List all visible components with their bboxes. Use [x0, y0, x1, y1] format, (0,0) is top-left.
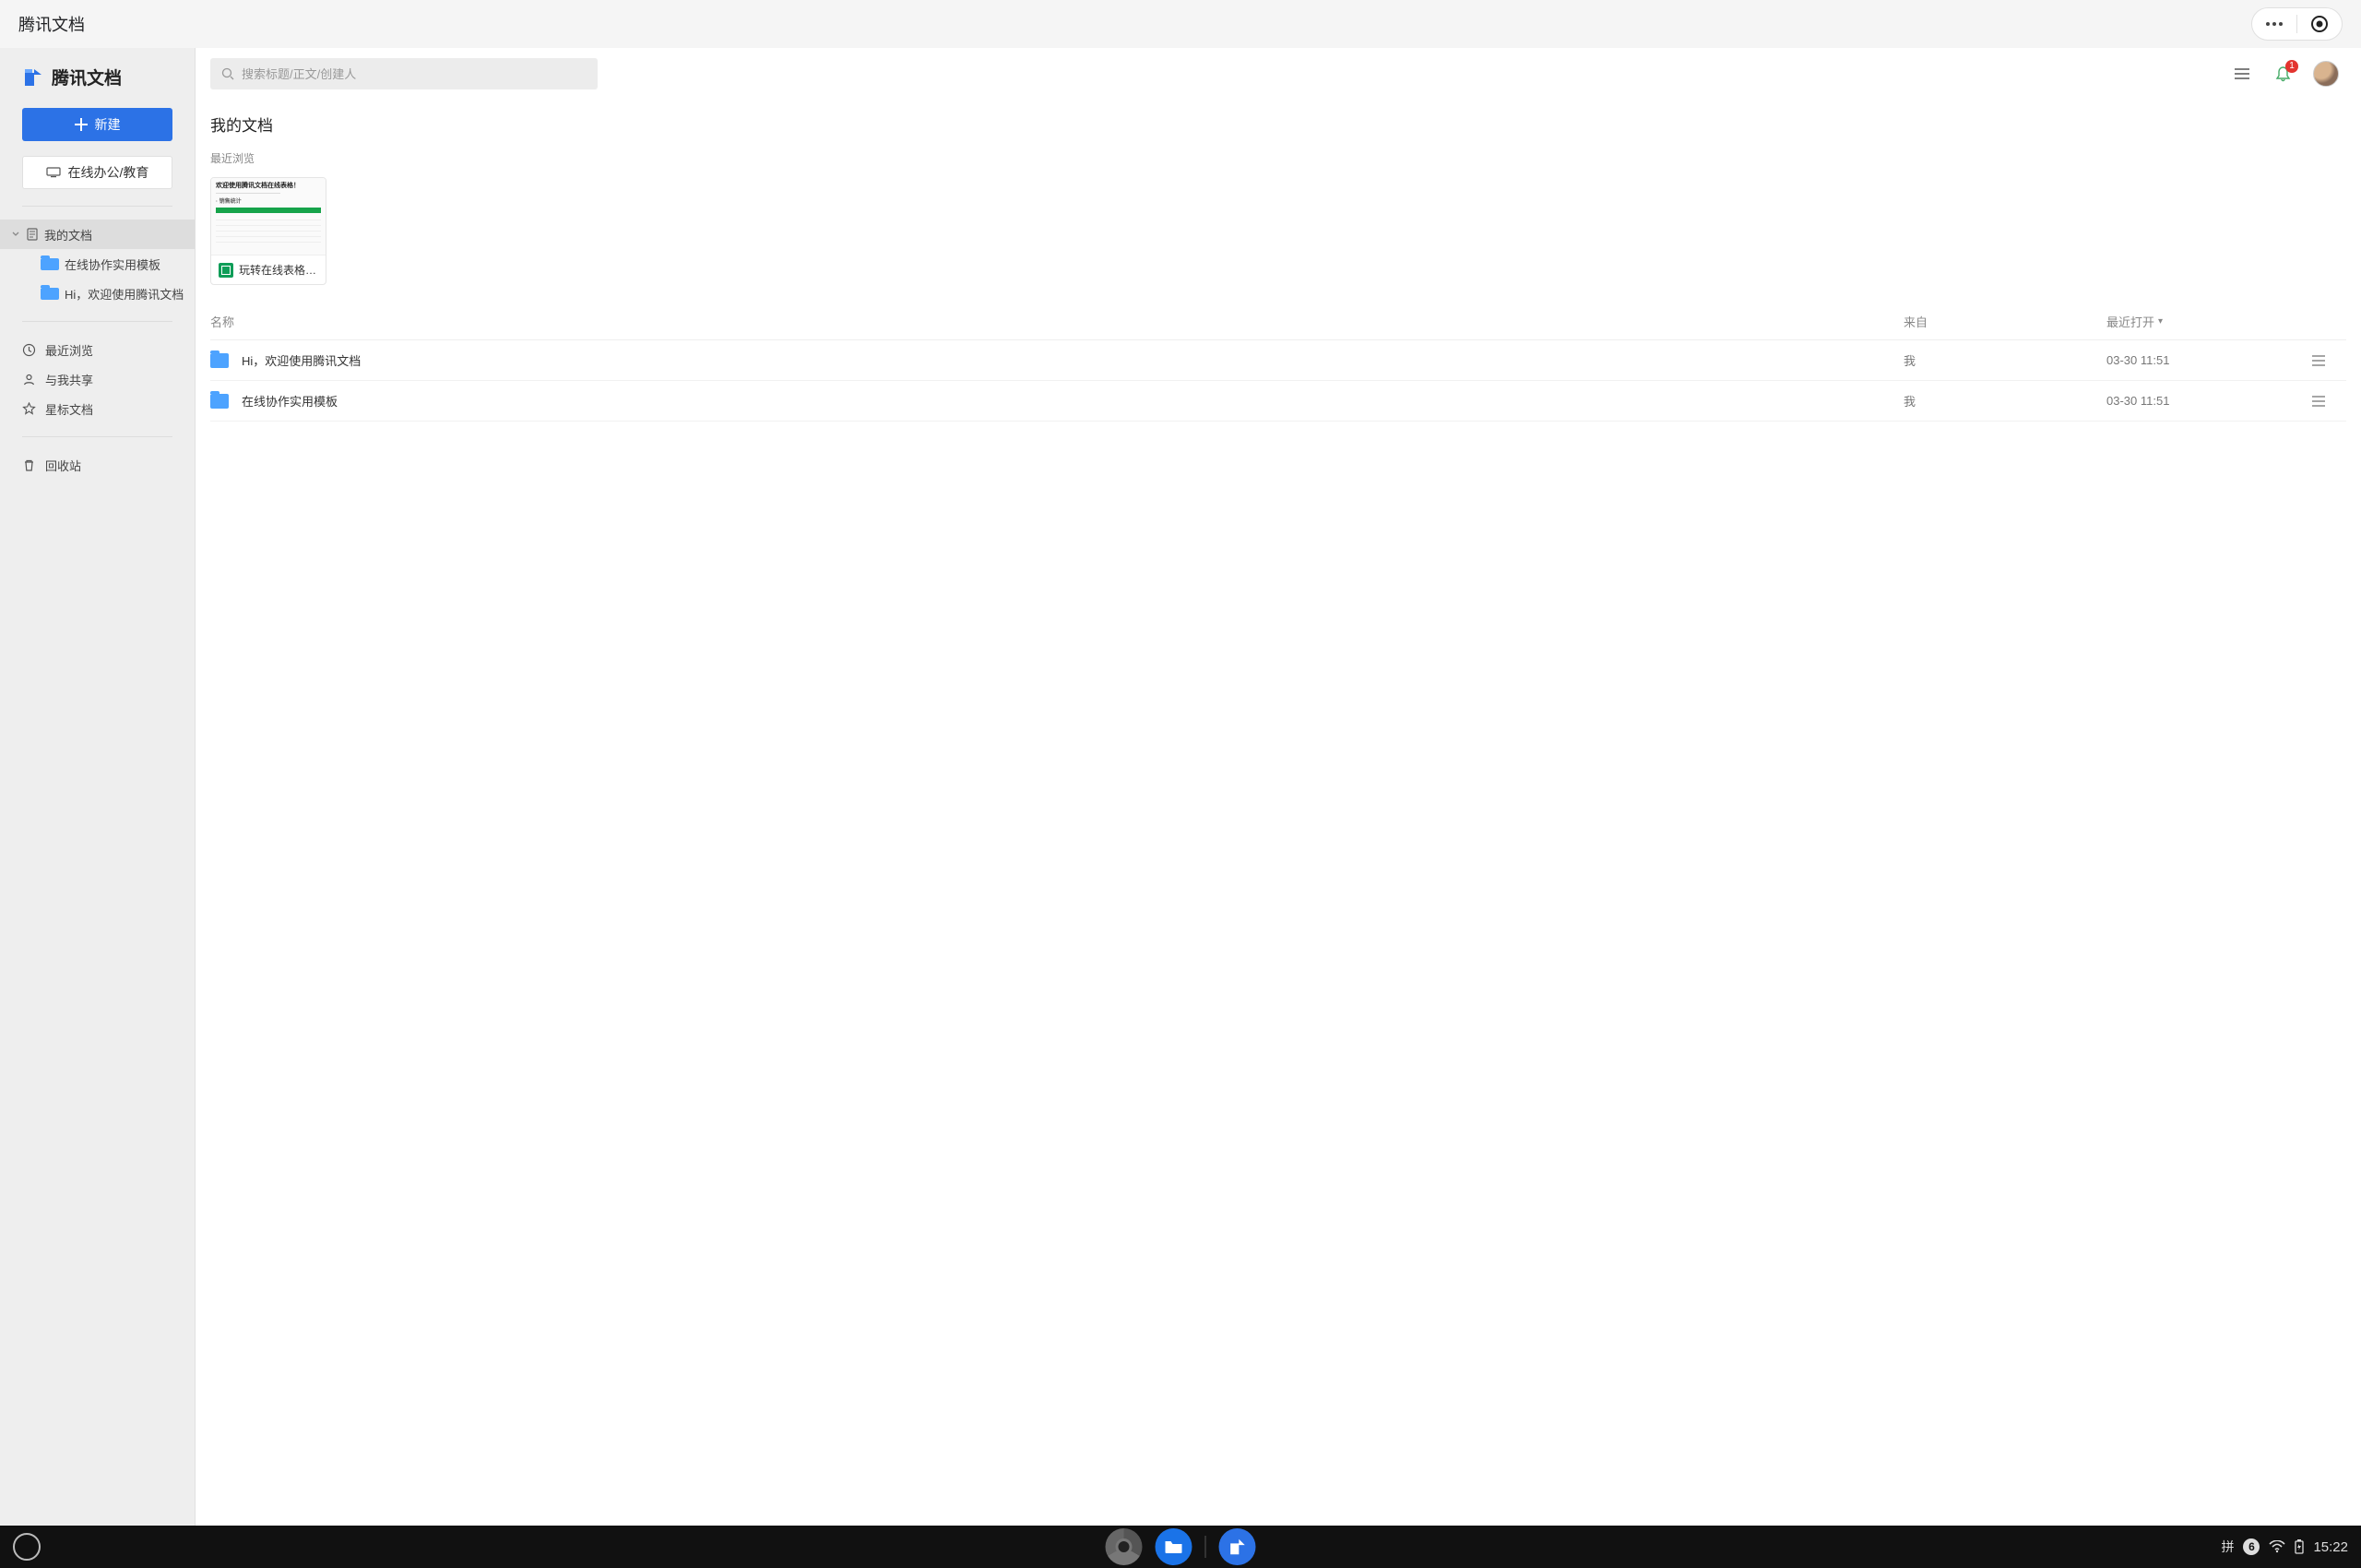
sort-caret-icon: ▾	[2158, 316, 2163, 327]
chevron-down-icon	[11, 231, 20, 238]
search-icon	[221, 67, 234, 80]
tree-child-label: 在线协作实用模板	[65, 255, 160, 273]
brand: 腾讯文档	[0, 48, 195, 101]
recent-grid: 欢迎使用腾讯文档在线表格！ —————————————— · 销售统计 玩转在线…	[210, 173, 2346, 303]
nav-shared[interactable]: 与我共享	[0, 364, 195, 394]
table-row[interactable]: 在线协作实用模板 我 03-30 11:51	[210, 381, 2346, 422]
card-thumbnail: 欢迎使用腾讯文档在线表格！ —————————————— · 销售统计	[211, 178, 326, 255]
taskbar-app-chrome[interactable]	[1106, 1528, 1143, 1565]
folder-icon	[1164, 1538, 1184, 1555]
col-time[interactable]: 最近打开 ▾	[2106, 313, 2291, 330]
file-from: 我	[1904, 351, 2106, 369]
row-actions-button[interactable]	[2291, 354, 2346, 367]
nav-list: 最近浏览 与我共享 星标文档	[0, 331, 195, 427]
more-menu-button[interactable]	[2252, 8, 2296, 40]
recent-label: 最近浏览	[210, 143, 2346, 173]
taskbar: 拼 6 15:22	[0, 1526, 2361, 1568]
menu-icon	[2234, 67, 2250, 80]
recent-card[interactable]: 欢迎使用腾讯文档在线表格！ —————————————— · 销售统计 玩转在线…	[210, 177, 326, 285]
nav-label: 与我共享	[45, 371, 93, 388]
document-icon	[26, 228, 39, 241]
file-from: 我	[1904, 392, 2106, 410]
main-content: 1 我的文档 最近浏览 欢迎使用腾讯文档在线表格！ ——————————————…	[196, 48, 2361, 1526]
topbar: 1	[196, 48, 2361, 100]
folder-icon	[41, 258, 59, 270]
notifications-button[interactable]: 1	[2272, 64, 2293, 84]
file-time: 03-30 11:51	[2106, 353, 2291, 367]
tree-root-label: 我的文档	[44, 226, 92, 244]
docs-app-icon	[1228, 1537, 1248, 1557]
target-button[interactable]	[2297, 8, 2342, 40]
window-title: 腾讯文档	[18, 12, 85, 36]
col-name[interactable]: 名称	[210, 313, 1904, 330]
launcher-button[interactable]	[13, 1533, 41, 1561]
folder-icon	[210, 394, 229, 409]
new-button-label: 新建	[95, 115, 121, 134]
nav-starred[interactable]: 星标文档	[0, 394, 195, 423]
files-header: 名称 来自 最近打开 ▾	[210, 303, 2346, 340]
tree-child-welcome[interactable]: Hi，欢迎使用腾讯文档	[0, 279, 195, 308]
file-name-text: 在线协作实用模板	[242, 392, 338, 410]
tree-root-my-docs[interactable]: 我的文档	[0, 220, 195, 249]
clock-icon	[22, 343, 36, 357]
search-input[interactable]	[242, 67, 587, 81]
window-controls	[2251, 7, 2343, 41]
window-titlebar: 腾讯文档	[0, 0, 2361, 48]
card-name: 玩转在线表格-场…	[239, 262, 318, 278]
sidebar: 腾讯文档 新建 在线办公/教育 我的文档 在线协作实用模板	[0, 48, 196, 1526]
star-icon	[22, 402, 36, 416]
folder-icon	[41, 288, 59, 300]
tree-child-templates[interactable]: 在线协作实用模板	[0, 249, 195, 279]
tree-child-label: Hi，欢迎使用腾讯文档	[65, 285, 184, 303]
page-title: 我的文档	[210, 100, 2346, 143]
monitor-icon	[46, 167, 61, 178]
top-icons: 1	[2232, 61, 2346, 87]
user-icon	[22, 373, 36, 386]
ime-badge[interactable]: 6	[2243, 1538, 2260, 1555]
wifi-icon[interactable]	[2269, 1540, 2285, 1553]
online-edu-label: 在线办公/教育	[68, 163, 149, 182]
file-name-text: Hi，欢迎使用腾讯文档	[242, 351, 361, 369]
brand-name: 腾讯文档	[52, 65, 122, 89]
search-box[interactable]	[210, 58, 598, 89]
ime-indicator[interactable]: 拼	[2221, 1538, 2234, 1556]
row-actions-button[interactable]	[2291, 395, 2346, 408]
list-view-button[interactable]	[2232, 64, 2252, 84]
new-button[interactable]: 新建	[22, 108, 172, 141]
nav-label: 回收站	[45, 457, 81, 474]
nav-recent[interactable]: 最近浏览	[0, 335, 195, 364]
nav-label: 最近浏览	[45, 341, 93, 359]
battery-icon[interactable]	[2295, 1539, 2304, 1554]
nav-list-trash: 回收站	[0, 446, 195, 483]
folder-icon	[210, 353, 229, 368]
file-time: 03-30 11:51	[2106, 394, 2291, 408]
nav-label: 星标文档	[45, 400, 93, 418]
notification-badge: 1	[2285, 60, 2298, 73]
plus-icon	[75, 118, 88, 131]
folder-tree: 我的文档 在线协作实用模板 Hi，欢迎使用腾讯文档	[0, 216, 195, 312]
system-tray[interactable]: 拼 6 15:22	[2221, 1538, 2348, 1556]
sheets-icon	[219, 263, 233, 278]
online-edu-button[interactable]: 在线办公/教育	[22, 156, 172, 189]
avatar[interactable]	[2313, 61, 2339, 87]
menu-icon	[2311, 395, 2326, 408]
nav-trash[interactable]: 回收站	[0, 450, 195, 480]
trash-icon	[22, 458, 36, 472]
taskbar-app-files[interactable]	[1156, 1528, 1192, 1565]
table-row[interactable]: Hi，欢迎使用腾讯文档 我 03-30 11:51	[210, 340, 2346, 381]
brand-logo-icon	[22, 66, 44, 89]
col-from[interactable]: 来自	[1904, 313, 2106, 330]
taskbar-app-docs[interactable]	[1219, 1528, 1256, 1565]
clock[interactable]: 15:22	[2313, 1539, 2348, 1555]
menu-icon	[2311, 354, 2326, 367]
